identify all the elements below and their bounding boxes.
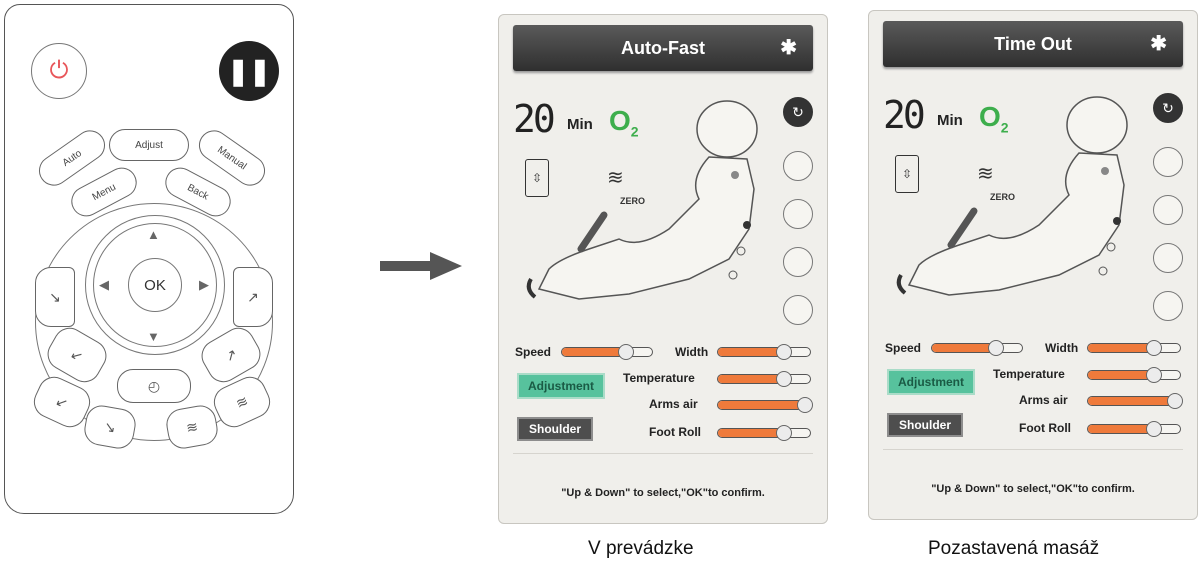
ok-label: OK	[144, 276, 166, 294]
foot-roll-label: Foot Roll	[1019, 421, 1071, 435]
speed-slider[interactable]	[561, 344, 653, 360]
seat-forward-icon: ↙	[53, 391, 71, 412]
mode-circle-5[interactable]	[1153, 291, 1183, 321]
raise-icon: ↗	[247, 288, 259, 305]
legs-down-icon: ↙	[68, 344, 87, 365]
mode-circle-1[interactable]: ↻	[1153, 93, 1183, 123]
adjust-button[interactable]: Adjust	[109, 129, 189, 161]
divider	[883, 449, 1183, 450]
back-label: Back	[185, 181, 211, 203]
mode-circle-4[interactable]	[1153, 243, 1183, 273]
divider	[513, 453, 813, 454]
arms-air-slider[interactable]	[1087, 393, 1184, 409]
instruction-text: "Up & Down" to select,"OK"to confirm.	[561, 487, 765, 499]
speed-slider[interactable]	[931, 340, 1023, 356]
power-button[interactable]: ⏻	[31, 43, 87, 99]
remote-control: ⏻ ❚❚ Adjust Auto Manual Menu Back ▲ ▼ ◀ …	[4, 4, 294, 514]
foot-roll-label: Foot Roll	[649, 425, 701, 439]
auto-label: Auto	[60, 147, 84, 169]
width-label: Width	[1045, 341, 1079, 355]
shoulder-button[interactable]: Shoulder	[517, 417, 593, 441]
bluetooth-icon: ✱	[1150, 33, 1167, 55]
manual-label: Manual	[215, 144, 249, 172]
speed-label: Speed	[515, 345, 552, 359]
body-figure-icon	[526, 100, 758, 300]
display-panel-paused: Time Out ✱ 20 Min O2 ⇳ ≋ ZERO ↻ Speed Wi…	[868, 10, 1198, 520]
mode-circle-1[interactable]: ↻	[783, 97, 813, 127]
speed-label: Speed	[885, 341, 922, 355]
adjustment-button[interactable]: Adjustment	[887, 369, 975, 395]
massage-icon: ↻	[792, 103, 804, 120]
mode-circle-3[interactable]	[783, 199, 813, 229]
right-arrow-icon	[380, 252, 462, 280]
width-slider[interactable]	[717, 344, 811, 360]
title-bar: Auto-Fast ✱	[513, 25, 813, 71]
arms-air-label: Arms air	[1019, 393, 1068, 407]
mode-circle-2[interactable]	[783, 151, 813, 181]
up-arrow-icon[interactable]: ▲	[147, 227, 160, 242]
caption-running: V prevádzke	[588, 538, 694, 559]
foot-roll-slider[interactable]	[717, 425, 811, 441]
timer-icon: ◴	[147, 377, 161, 394]
display-panel-running: Auto-Fast ✱ 20 Min O2 ⇳ ≋ ZERO ↻ Speed W…	[498, 14, 828, 524]
instruction-text: "Up & Down" to select,"OK"to confirm.	[931, 483, 1135, 495]
recline-icon: ↘	[49, 288, 61, 305]
seat-backward-icon: ↘	[102, 417, 118, 436]
timer-button[interactable]: ◴	[117, 369, 191, 403]
ok-button[interactable]: OK	[128, 258, 182, 312]
temperature-label: Temperature	[623, 371, 695, 385]
temperature-label: Temperature	[993, 367, 1065, 381]
power-icon: ⏻	[49, 57, 69, 84]
massage-icon: ↻	[1162, 99, 1174, 116]
mode-title: Time Out	[994, 33, 1072, 54]
arms-air-label: Arms air	[649, 397, 698, 411]
zero-gravity-b-icon: ≋	[233, 391, 251, 412]
bluetooth-icon: ✱	[780, 37, 797, 59]
mode-circle-3[interactable]	[1153, 195, 1183, 225]
shoulder-button[interactable]: Shoulder	[887, 413, 963, 437]
caption-paused: Pozastavená masáž	[928, 538, 1100, 559]
mode-circle-5[interactable]	[783, 295, 813, 325]
adjustment-button[interactable]: Adjustment	[517, 373, 605, 399]
raise-button[interactable]: ↗	[233, 267, 273, 327]
adjust-label: Adjust	[135, 139, 163, 151]
width-slider[interactable]	[1087, 340, 1181, 356]
menu-label: Menu	[90, 181, 118, 203]
mode-title: Auto-Fast	[621, 37, 705, 58]
width-label: Width	[675, 345, 709, 359]
temperature-slider[interactable]	[717, 371, 811, 387]
mode-circle-4[interactable]	[783, 247, 813, 277]
right-arrow-icon[interactable]: ▶	[199, 277, 209, 293]
legs-up-icon: ↗	[221, 344, 240, 365]
pause-button[interactable]: ❚❚	[219, 41, 279, 101]
foot-roll-slider[interactable]	[1087, 421, 1181, 437]
arms-air-slider[interactable]	[717, 397, 814, 413]
mode-circle-2[interactable]	[1153, 147, 1183, 177]
left-arrow-icon[interactable]: ◀	[99, 277, 109, 293]
zero-gravity-a-icon: ≋	[184, 417, 200, 436]
pause-icon: ❚❚	[227, 55, 271, 86]
body-figure-icon	[896, 96, 1128, 296]
temperature-slider[interactable]	[1087, 367, 1181, 383]
title-bar: Time Out ✱	[883, 21, 1183, 67]
down-arrow-icon[interactable]: ▼	[147, 329, 160, 344]
recline-button[interactable]: ↘	[35, 267, 75, 327]
